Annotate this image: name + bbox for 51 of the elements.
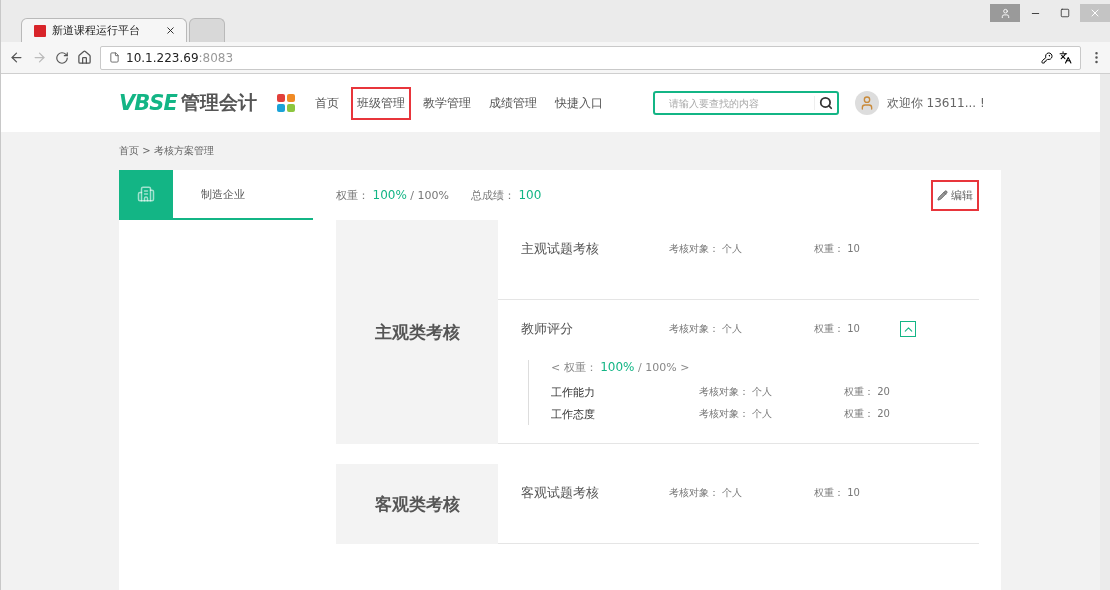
close-icon[interactable] [165,25,176,36]
sub-weight-summary: < 权重： 100% / 100% > [551,360,691,375]
site-logo-icon [34,24,46,37]
collapse-toggle[interactable] [900,321,916,337]
search-box[interactable]: 请输入要查找的内容 [652,91,839,115]
person-icon [999,7,1011,19]
weight-text: 权重： 20 [844,385,891,399]
breadcrumb: 首页 > 考核方案管理 [118,144,215,158]
target-text: 考核对象： 个人 [699,385,774,399]
browser-tab[interactable]: 新道课程运行平台 [21,18,187,42]
back-icon[interactable] [9,50,24,65]
page-icon [109,52,120,63]
edit-button[interactable]: 编辑 [931,179,979,211]
nav-link[interactable]: 班级管理 [350,86,411,120]
search-field[interactable]: 请输入要查找的内容 [666,96,814,110]
translate-icon[interactable] [1059,51,1072,64]
welcome-text[interactable]: 欢迎你 13611... ! [886,94,985,112]
weight-text: 权重： 10 [814,322,861,336]
sub-item-name: 工作态度 [551,406,596,422]
home-icon[interactable] [77,50,92,65]
logo-title: 管理会计 [180,90,257,115]
weight-text: 权重： 10 [814,242,861,256]
reload-icon[interactable] [55,50,69,65]
target-text: 考核对象： 个人 [699,407,774,421]
apps-icon[interactable] [276,94,295,112]
weight-summary: 权重： 100% / 100% [336,187,449,203]
pencil-icon [937,189,948,201]
key-icon[interactable] [1041,51,1053,64]
item-name: 教师评分 [521,320,574,338]
item-name: 主观试题考核 [521,240,600,258]
total-score: 总成绩： 100 [470,187,542,203]
nav-link[interactable]: 快捷入口 [548,86,609,120]
weight-text: 权重： 10 [814,486,861,500]
building-icon [137,185,155,203]
maximize-icon [1060,8,1070,18]
sub-item-name: 工作能力 [551,384,596,400]
sidebar-item[interactable]: 制造企业 [119,170,313,220]
avatar-icon[interactable] [854,91,879,115]
target-text: 考核对象： 个人 [669,242,744,256]
nav-link[interactable]: 成绩管理 [482,86,543,120]
weight-text: 权重： 20 [844,407,891,421]
logo: VBSE [119,91,177,115]
address-field[interactable]: 10.1.223.69:8083 [100,45,1081,70]
nav-link[interactable]: 教学管理 [416,86,477,120]
group-title: 客观类考核 [336,464,498,544]
close-icon [1089,7,1101,19]
target-text: 考核对象： 个人 [669,486,744,500]
nav-link[interactable]: 首页 [308,86,345,120]
group-title: 主观类考核 [336,220,498,444]
item-name: 客观试题考核 [521,484,600,502]
target-text: 考核对象： 个人 [669,322,744,336]
